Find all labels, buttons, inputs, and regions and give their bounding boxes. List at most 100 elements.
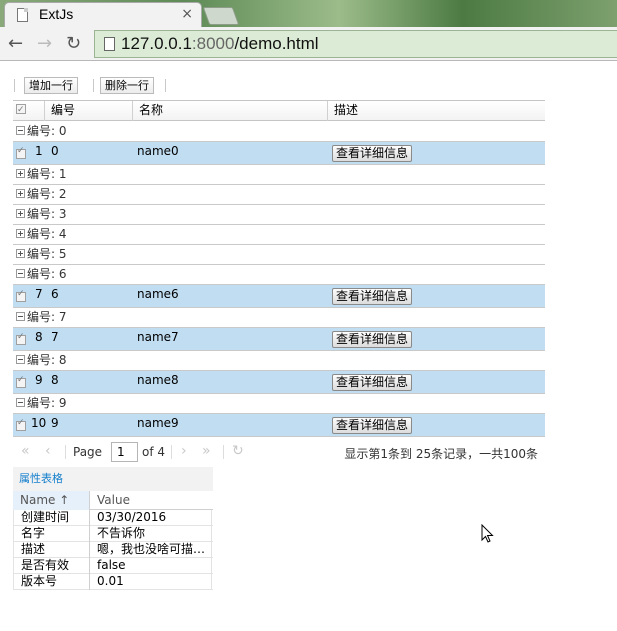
collapse-icon[interactable] [16,269,25,278]
row-checkbox[interactable] [16,332,26,345]
row-checkbox[interactable] [16,146,26,159]
group-header-row[interactable]: 编号: 1 [13,165,545,185]
column-header-id[interactable]: 编号 [45,101,133,121]
table-row[interactable]: 10 9 name9 查看详细信息 [13,414,545,437]
group-label: 编号: 5 [27,247,67,261]
next-page-icon[interactable]: › [181,443,187,459]
property-row[interactable]: 创建时间 03/30/2016 [13,510,213,526]
property-name: 是否有效 [13,558,90,574]
mouse-cursor-icon [481,524,494,543]
property-row[interactable]: 版本号 0.01 [13,574,213,590]
paging-toolbar: « ‹ Page 1 of 4 › » ↻ 显示第1条到 25条记录，一共100… [13,441,545,463]
browser-tab-strip: ExtJs × [0,0,617,27]
paging-summary: 显示第1条到 25条记录，一共100条 [344,447,538,461]
property-value[interactable]: 嗯，我也没啥可描… [91,542,212,558]
page-icon [17,8,28,22]
tab-close-icon[interactable]: × [181,6,193,22]
group-header-row[interactable]: 编号: 9 [13,394,545,414]
view-details-button[interactable]: 查看详细信息 [332,374,413,391]
toolbar-separator [165,79,166,92]
view-details-button[interactable]: 查看详细信息 [332,331,413,348]
new-tab-button[interactable] [202,7,240,25]
cell-name: name8 [137,373,179,387]
property-value[interactable]: 0.01 [91,574,212,590]
row-checkbox[interactable] [16,289,26,302]
cell-name: name0 [137,144,179,158]
group-header-row[interactable]: 编号: 3 [13,205,545,225]
forward-icon[interactable]: → [37,33,52,54]
row-number: 9 [35,373,43,387]
property-row[interactable]: 描述 嗯，我也没啥可描… [13,542,213,558]
collapse-icon[interactable] [16,312,25,321]
view-details-button[interactable]: 查看详细信息 [332,145,413,162]
table-row[interactable]: 76 name6 查看详细信息 [13,285,545,308]
collapse-icon[interactable] [16,126,25,135]
group-label: 编号: 2 [27,187,67,201]
property-value[interactable]: false [91,558,212,574]
property-value[interactable]: 03/30/2016 [91,510,212,526]
collapse-icon[interactable] [16,355,25,364]
table-row[interactable]: 87 name7 查看详细信息 [13,328,545,351]
select-all-header[interactable] [13,101,45,121]
column-header-property-value[interactable]: Value [91,491,130,510]
toolbar-separator [93,79,94,92]
toolbar-separator [14,79,15,92]
cell-id: 9 [51,416,59,430]
property-grid-body: 创建时间 03/30/2016 名字 不告诉你 描述 嗯，我也没啥可描… 是否有效 false… [13,510,213,590]
page-number-input[interactable]: 1 [111,442,138,462]
grid-body: 编号: 010name0查看详细信息编号: 1编号: 2编号: 3编号: 4编号… [13,122,545,437]
property-row[interactable]: 是否有效 false [13,558,213,574]
address-bar[interactable]: 127.0.0.1:8000/demo.html [94,30,617,58]
view-details-button[interactable]: 查看详细信息 [332,417,413,434]
reload-icon[interactable]: ↻ [66,33,81,54]
select-all-checkbox[interactable] [16,101,26,119]
column-header-property-name[interactable]: Name ↑ [13,491,90,510]
row-checkbox[interactable] [16,418,26,431]
row-number: 8 [35,330,43,344]
back-icon[interactable]: ← [8,33,23,54]
tab-title: ExtJs [39,6,74,22]
url-text: 127.0.0.1:8000/demo.html [121,34,319,53]
property-row[interactable]: 名字 不告诉你 [13,526,213,542]
row-checkbox[interactable] [16,375,26,388]
last-page-icon[interactable]: » [202,443,211,459]
collapse-icon[interactable] [16,398,25,407]
group-header-row[interactable]: 编号: 0 [13,122,545,142]
column-header-description[interactable]: 描述 [328,101,545,121]
first-page-icon[interactable]: « [21,443,30,459]
view-details-button[interactable]: 查看详细信息 [332,288,413,305]
add-row-button[interactable]: 增加一行 [24,77,78,94]
expand-icon[interactable] [16,189,25,198]
refresh-icon[interactable]: ↻ [232,443,244,459]
group-header-row[interactable]: 编号: 5 [13,245,545,265]
browser-tab[interactable]: ExtJs × [4,2,202,27]
expand-icon[interactable] [16,169,25,178]
row-number: 10 [31,416,47,430]
page-icon [104,37,115,51]
group-header-row[interactable]: 编号: 2 [13,185,545,205]
expand-icon[interactable] [16,249,25,258]
group-header-row[interactable]: 编号: 8 [13,351,545,371]
group-header-row[interactable]: 编号: 7 [13,308,545,328]
property-grid-title: 属性表格 [13,467,213,491]
group-header-row[interactable]: 编号: 6 [13,265,545,285]
cell-name: name9 [137,416,179,430]
browser-toolbar: ← → ↻ 127.0.0.1:8000/demo.html [0,27,617,61]
group-header-row[interactable]: 编号: 4 [13,225,545,245]
previous-page-icon[interactable]: ‹ [45,443,51,459]
group-label: 编号: 0 [27,124,67,138]
expand-icon[interactable] [16,229,25,238]
table-row[interactable]: 98 name8 查看详细信息 [13,371,545,394]
expand-icon[interactable] [16,209,25,218]
group-label: 编号: 3 [27,207,67,221]
pager-separator [65,445,66,459]
property-name: 版本号 [13,574,90,590]
delete-row-button[interactable]: 删除一行 [100,77,154,94]
property-grid-header: Name ↑ Value [13,491,213,510]
property-value[interactable]: 不告诉你 [91,526,212,542]
column-header-name[interactable]: 名称 [133,101,328,121]
table-row[interactable]: 10 name0 查看详细信息 [13,142,545,165]
row-number: 1 [35,144,43,158]
group-label: 编号: 8 [27,353,67,367]
cell-name: name6 [137,287,179,301]
